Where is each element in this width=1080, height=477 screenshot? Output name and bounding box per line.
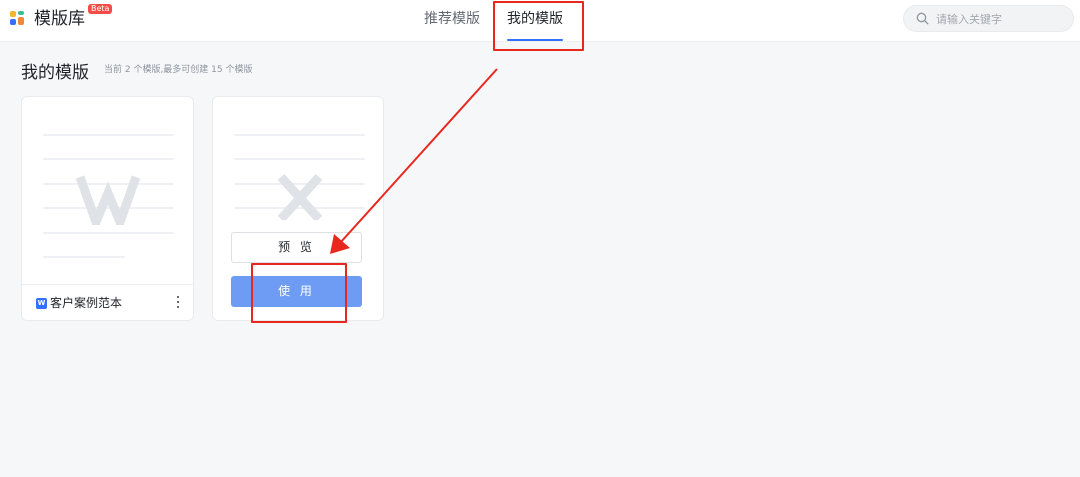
annotation-arrow-icon [330, 68, 498, 254]
